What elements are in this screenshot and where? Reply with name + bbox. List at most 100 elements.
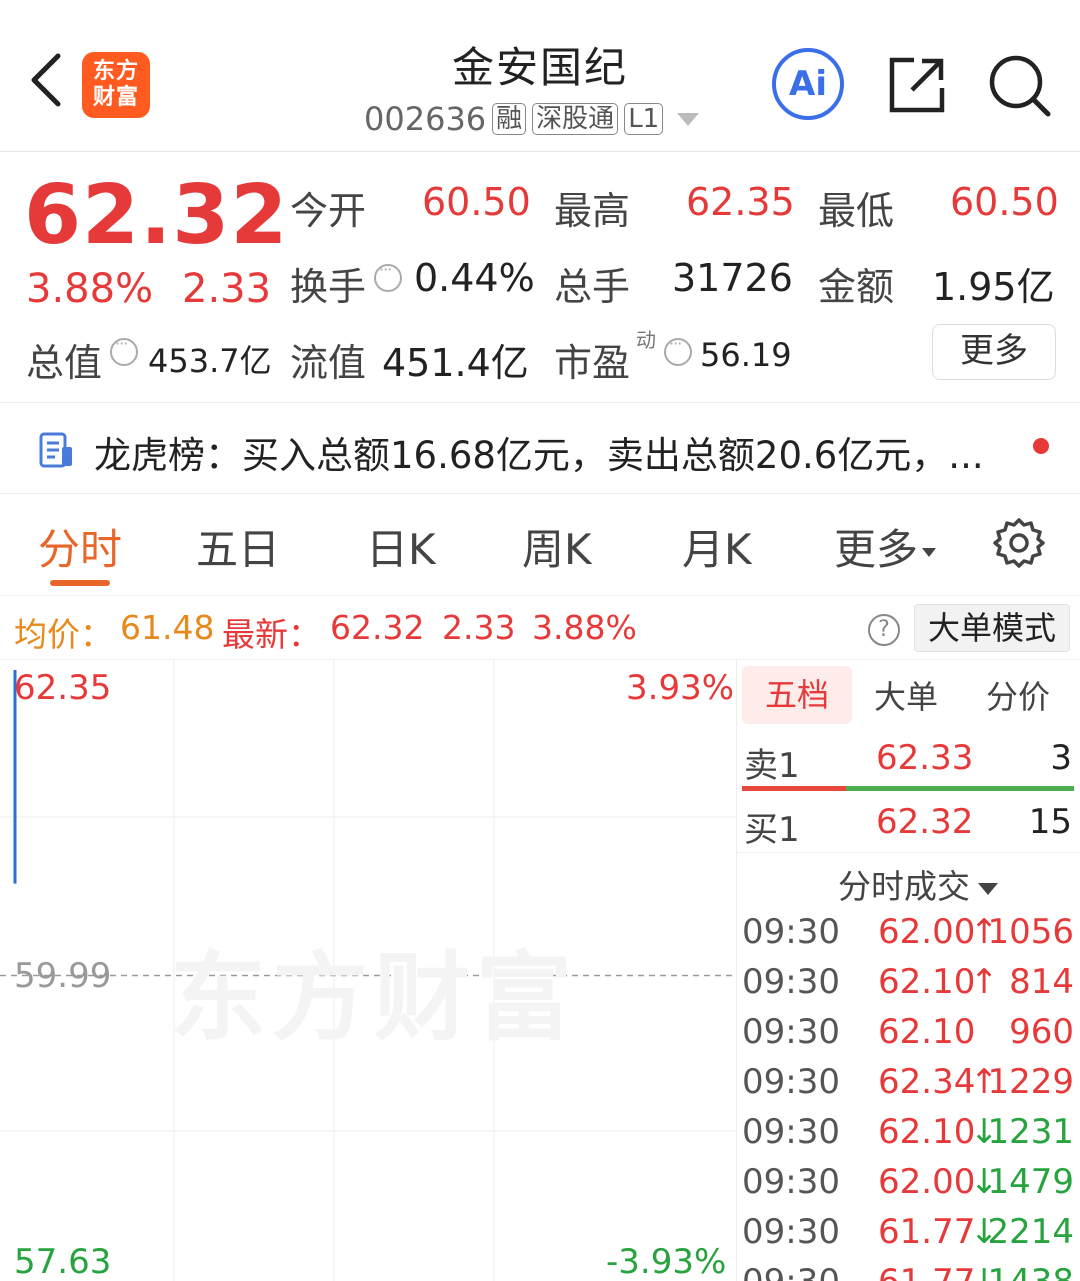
tab-intraday[interactable]: 分时	[38, 516, 122, 577]
trade-time: 09:30	[742, 1162, 840, 1202]
trade-volume: 1438	[987, 1262, 1074, 1281]
trade-row: 09:30 62.10 ↑ 814	[742, 962, 1076, 1012]
trade-volume: 2214	[987, 1212, 1074, 1252]
tab-five-day[interactable]: 五日	[196, 516, 280, 577]
latest-change: 2.33	[442, 608, 516, 647]
banner-text: 龙虎榜：买入总额16.68亿元，卖出总额20.6亿元，...	[94, 434, 984, 477]
tag-connect: 深股通	[532, 103, 619, 135]
trade-price: 62.10	[878, 1112, 976, 1152]
latest-value: 62.32	[330, 608, 425, 647]
search-icon[interactable]	[986, 52, 1052, 118]
y-label-pct-low: -3.93%	[606, 1242, 727, 1281]
trade-volume: 1231	[987, 1112, 1074, 1152]
market-cap-label: 总值	[26, 341, 103, 385]
trade-time: 09:30	[742, 962, 840, 1002]
latest-label: 最新：	[222, 615, 321, 654]
caret-down-icon	[922, 548, 937, 557]
dragon-tiger-banner[interactable]: 龙虎榜：买入总额16.68亿元，卖出总额20.6亿元，...	[0, 402, 1080, 494]
low-label: 最低	[818, 189, 895, 233]
trade-volume: 960	[1009, 1012, 1074, 1052]
watermark: 东方财富	[170, 942, 578, 1054]
tab-five-levels[interactable]: 五档	[742, 666, 852, 724]
tab-more[interactable]: 更多	[834, 516, 937, 577]
low-value: 60.50	[950, 180, 1059, 224]
open-value: 60.50	[422, 180, 531, 224]
trade-volume: 1056	[987, 912, 1074, 952]
avg-label: 均价：	[14, 615, 113, 654]
market-cap-info-icon[interactable]	[110, 334, 138, 366]
active-tab-underline	[50, 580, 110, 586]
top-header: 东方财富 金安国纪 002636 融 深股通 L1 Ai	[0, 0, 1080, 152]
big-order-mode-button[interactable]: 大单模式	[914, 604, 1070, 652]
tab-big-orders[interactable]: 大单	[874, 672, 938, 718]
turnover-label: 换手	[290, 265, 367, 309]
trade-row: 09:3061.77↓1438	[742, 1262, 1076, 1281]
more-stats-button[interactable]: 更多	[932, 324, 1056, 380]
high-value: 62.35	[686, 180, 795, 224]
pe-superscript: 动	[636, 328, 656, 352]
tab-monthly-k[interactable]: 月K	[682, 516, 752, 577]
turnover-info-icon[interactable]	[374, 260, 402, 292]
market-cap-value: 453.7亿	[148, 342, 272, 380]
sell1-volume: 3	[1050, 738, 1072, 778]
change-amount: 2.33	[182, 266, 272, 312]
trade-time: 09:30	[742, 1062, 840, 1102]
trades-dropdown[interactable]: 分时成交	[838, 860, 998, 908]
buy1-price: 62.32	[876, 802, 974, 842]
divider	[736, 852, 1080, 853]
unread-dot	[1033, 438, 1049, 454]
chart-tabs: 分时 五日 日K 周K 月K 更多	[0, 494, 1080, 596]
buy1-label: 买1	[744, 810, 800, 850]
pe-value: 56.19	[700, 336, 792, 374]
trade-row: 09:30 62.00 ↑ 1056	[742, 912, 1076, 962]
buy-ratio-bar	[846, 786, 1074, 791]
trade-row: 09:30 62.10 960	[742, 1012, 1076, 1062]
turnover-value: 0.44%	[414, 256, 535, 300]
trade-price: 62.34	[878, 1062, 976, 1102]
trade-price: 62.10	[878, 1012, 976, 1052]
stock-code: 002636	[364, 100, 487, 138]
tab-daily-k[interactable]: 日K	[366, 516, 436, 577]
help-icon[interactable]: ?	[868, 614, 900, 646]
y-label-mid: 59.99	[14, 956, 112, 996]
float-cap-label: 流值	[290, 341, 367, 385]
sell1-price: 62.33	[876, 738, 974, 778]
trade-price: 62.10	[878, 962, 976, 1002]
open-label: 今开	[290, 189, 367, 233]
trade-price: 61.77	[878, 1212, 976, 1252]
ai-assistant-icon[interactable]: Ai	[772, 48, 844, 120]
last-price: 62.32	[24, 168, 289, 263]
y-label-low: 57.63	[14, 1242, 112, 1281]
volume-label: 总手	[554, 265, 631, 309]
chevron-down-icon[interactable]	[677, 112, 700, 126]
document-icon	[39, 432, 72, 468]
tab-price-dist[interactable]: 分价	[986, 672, 1050, 718]
tag-margin: 融	[492, 103, 527, 135]
volume-value: 31726	[672, 256, 793, 300]
trade-row: 09:30 61.77 ↓ 2214	[742, 1212, 1076, 1262]
tab-weekly-k[interactable]: 周K	[522, 516, 592, 577]
pe-label: 市盈	[554, 341, 631, 385]
sell-ratio-bar	[742, 786, 846, 791]
trade-volume: 814	[1009, 962, 1074, 1002]
share-icon[interactable]	[886, 54, 948, 116]
trade-price: 62.00	[878, 912, 976, 952]
y-label-pct-high: 3.93%	[626, 668, 735, 708]
buy1-volume: 15	[1028, 802, 1072, 842]
y-label-high: 62.35	[14, 668, 112, 708]
trade-row: 09:30 62.00 ↓ 1479	[742, 1162, 1076, 1212]
trade-row: 09:30 62.10 ↓ 1231	[742, 1112, 1076, 1162]
trade-time: 09:30	[742, 1262, 840, 1281]
stock-subtitle[interactable]: 002636 融 深股通 L1	[364, 100, 700, 138]
pe-info-icon[interactable]	[664, 334, 692, 366]
avg-value: 61.48	[120, 608, 215, 647]
trade-row: 09:30 62.34 ↑ 1229	[742, 1062, 1076, 1112]
caret-down-icon	[978, 882, 998, 895]
trade-volume: 1479	[987, 1162, 1074, 1202]
tag-level: L1	[624, 103, 664, 135]
settings-gear-icon[interactable]	[992, 516, 1046, 570]
trade-price: 62.00	[878, 1162, 976, 1202]
change-percent: 3.88%	[26, 266, 154, 312]
trade-time: 09:30	[742, 1112, 840, 1152]
sell1-label: 卖1	[744, 746, 800, 786]
